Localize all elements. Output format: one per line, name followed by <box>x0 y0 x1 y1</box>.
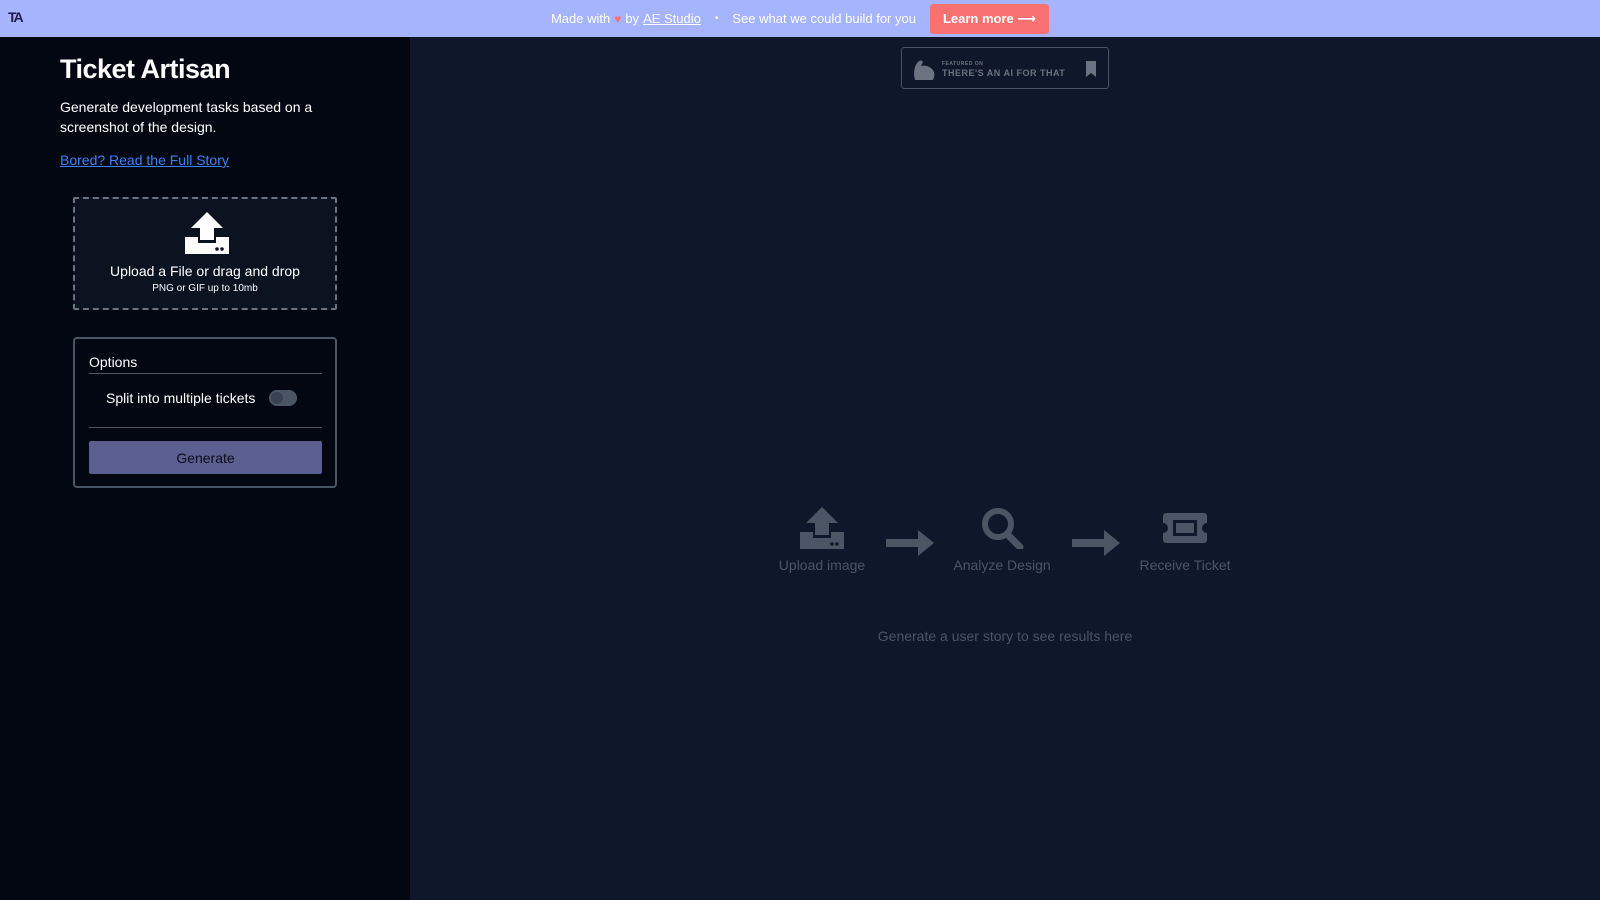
badge-site-name: THERE'S AN AI FOR THAT <box>942 68 1066 78</box>
empty-results-hint: Generate a user story to see results her… <box>877 628 1133 644</box>
flexed-arm-icon <box>914 60 935 80</box>
split-tickets-toggle[interactable] <box>269 390 297 406</box>
full-story-link[interactable]: Bored? Read the Full Story <box>60 152 229 168</box>
by-text: by <box>625 11 640 26</box>
options-title: Options <box>89 354 138 370</box>
toggle-knob <box>271 392 283 404</box>
ae-studio-link[interactable]: AE Studio <box>643 11 701 26</box>
options-divider-bottom <box>89 427 322 428</box>
banner-content: Made with ♥ by AE Studio • See what we c… <box>0 0 1600 37</box>
results-area: FEATURED ON THERE'S AN AI FOR THAT Uploa… <box>410 37 1600 900</box>
sidebar: Ticket Artisan Generate development task… <box>0 37 410 900</box>
step-receive-ticket: Receive Ticket <box>1120 507 1250 573</box>
badge-featured-text: FEATURED ON <box>942 61 984 67</box>
step-label: Analyze Design <box>953 557 1051 573</box>
arrow-right-icon <box>1072 530 1120 556</box>
generate-button[interactable]: Generate <box>89 441 322 474</box>
magnifier-icon <box>982 508 1024 549</box>
banner-separator: • <box>714 13 719 24</box>
upload-file-limits: PNG or GIF up to 10mb <box>152 283 258 294</box>
featured-badge[interactable]: FEATURED ON THERE'S AN AI FOR THAT <box>901 47 1109 89</box>
upload-icon <box>800 507 844 549</box>
step-label: Upload image <box>778 557 866 573</box>
step-upload-image: Upload image <box>757 507 887 573</box>
options-panel: Options Split into multiple tickets Gene… <box>73 337 337 488</box>
ticket-icon <box>1163 513 1207 543</box>
arrow-right-icon <box>886 530 934 556</box>
page-title: Ticket Artisan <box>60 54 231 84</box>
upload-icon <box>185 212 229 254</box>
heart-icon: ♥ <box>614 11 622 26</box>
bookmark-icon <box>1086 61 1096 77</box>
learn-more-button[interactable]: Learn more ⟶ <box>929 3 1050 34</box>
app-description: Generate development tasks based on a sc… <box>60 99 313 135</box>
step-label: Receive Ticket <box>1139 557 1231 573</box>
banner-pitch: See what we could build for you <box>732 11 916 26</box>
options-divider-top <box>89 373 322 374</box>
file-upload-dropzone[interactable]: Upload a File or drag and drop PNG or GI… <box>73 197 337 310</box>
upload-instructions: Upload a File or drag and drop <box>110 263 300 279</box>
made-with-text: Made with <box>550 11 611 26</box>
step-analyze-design: Analyze Design <box>937 507 1067 573</box>
split-tickets-label: Split into multiple tickets <box>106 390 256 406</box>
top-banner: TA Made with ♥ by AE Studio • See what w… <box>0 0 1600 37</box>
